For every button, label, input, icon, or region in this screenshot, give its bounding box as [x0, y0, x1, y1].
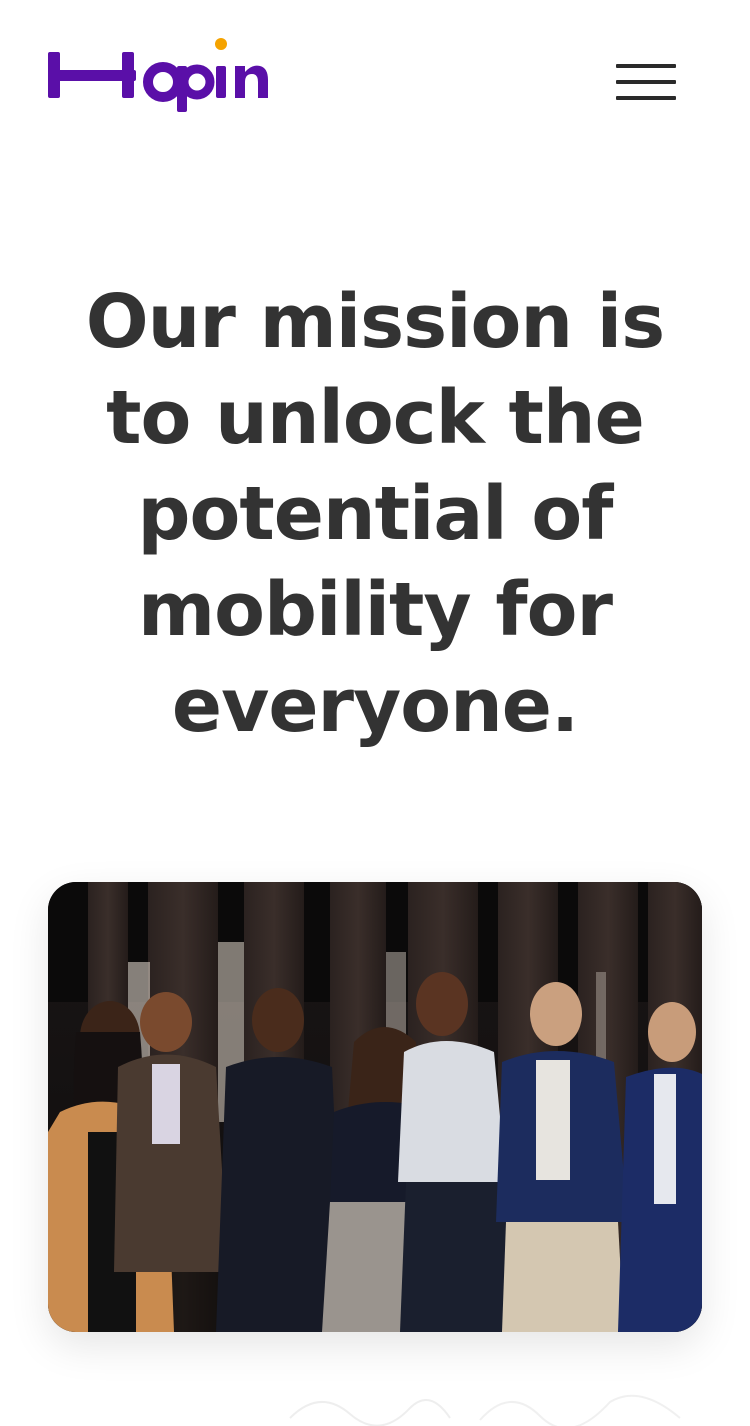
menu-line — [616, 80, 676, 84]
team-photo — [48, 882, 702, 1332]
decorative-doodle — [289, 1394, 681, 1426]
team-photo-image — [48, 882, 702, 1332]
hopin-logo[interactable] — [46, 36, 272, 116]
menu-line — [616, 64, 676, 68]
hopin-logo-mark — [48, 38, 268, 112]
hamburger-menu-icon[interactable] — [608, 56, 684, 110]
menu-line — [616, 96, 676, 100]
mission-heading: Our mission is to unlock the potential o… — [85, 279, 665, 749]
site-header — [0, 0, 750, 160]
